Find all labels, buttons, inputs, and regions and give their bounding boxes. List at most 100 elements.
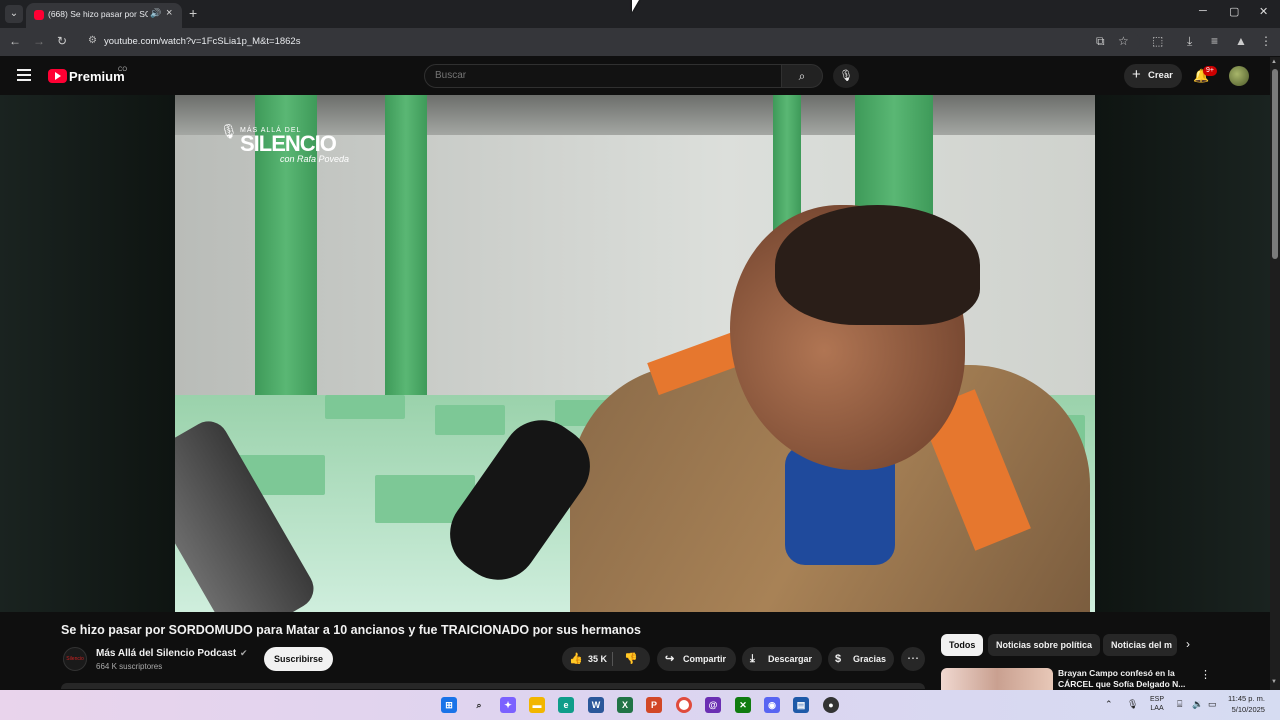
tab-search-icon[interactable]: ⌄: [5, 5, 23, 23]
file-explorer-icon[interactable]: ▬: [529, 697, 545, 713]
mic-icon[interactable]: 🎙: [833, 64, 859, 88]
excel-icon[interactable]: X: [617, 697, 633, 713]
recommendation-title[interactable]: Brayan Campo confesó en la CÁRCEL que So…: [1058, 668, 1193, 690]
windows-taskbar: ⊞ ⌕ ✦ ▬ e W X P @ ✕ ◉ ▤ ● ⌃ 🎙 ESP LAA ⌸ …: [0, 690, 1280, 720]
install-icon[interactable]: ⧉: [1096, 34, 1105, 49]
close-window-button[interactable]: ✕: [1259, 5, 1268, 18]
guide-menu-icon[interactable]: [17, 69, 31, 81]
page-scrollbar[interactable]: ▲ ▼: [1270, 57, 1280, 690]
network-icon[interactable]: ⌸: [1177, 699, 1182, 710]
create-label: Crear: [1148, 70, 1173, 81]
reload-icon[interactable]: ↻: [57, 34, 67, 48]
subscriber-count: 664 K suscriptores: [96, 662, 163, 671]
browser-toolbar: ← → ↻ ⚙ youtube.com/watch?v=1FcSLia1p_M&…: [0, 28, 1280, 56]
chip-politica[interactable]: Noticias sobre política: [988, 634, 1101, 656]
search-icon[interactable]: ⌕: [781, 64, 823, 88]
edge-icon[interactable]: e: [558, 697, 574, 713]
like-icon[interactable]: 👍: [569, 647, 583, 671]
watermark-main: SILENCIO: [240, 131, 337, 156]
dislike-icon[interactable]: 👎: [624, 647, 638, 671]
share-label: Compartir: [683, 654, 727, 664]
search-box[interactable]: [424, 64, 782, 88]
like-separator: [612, 652, 613, 666]
audio-playing-icon[interactable]: 🔊: [150, 8, 161, 19]
powerpoint-icon[interactable]: P: [646, 697, 662, 713]
volume-icon[interactable]: 🔉: [1192, 699, 1203, 710]
scene-pillar: [385, 95, 427, 395]
logo-text[interactable]: Premium: [69, 69, 125, 84]
battery-icon[interactable]: ▭: [1208, 699, 1217, 710]
github-icon[interactable]: ●: [823, 697, 839, 713]
notification-badge: 9+: [1203, 66, 1217, 76]
menu-icon[interactable]: ⋮: [1260, 34, 1272, 48]
chrome-icon[interactable]: [676, 697, 692, 713]
new-tab-button[interactable]: +: [189, 5, 197, 21]
youtube-header: Premium CO ⌕ 🎙 + Crear 🔔 9+: [0, 57, 1270, 95]
word-icon[interactable]: W: [588, 697, 604, 713]
share-button[interactable]: ↪ Compartir: [657, 647, 736, 671]
more-actions-button[interactable]: ⋯: [901, 647, 925, 671]
download-icon: ⤓: [750, 653, 755, 665]
browser-tab[interactable]: (668) Se hizo pasar por SORDOMUDO 🔊 ×: [26, 3, 182, 28]
app-icon[interactable]: @: [705, 697, 721, 713]
clock-time: 11:45 p. m.: [1228, 694, 1265, 703]
url-text[interactable]: youtube.com/watch?v=1FcSLia1p_M&t=1862s: [104, 36, 300, 47]
site-info-icon[interactable]: ⚙: [88, 35, 97, 46]
language-layout: LAA: [1150, 705, 1164, 712]
description-box[interactable]: [61, 683, 925, 689]
tray-mic-icon[interactable]: 🎙: [1127, 699, 1138, 710]
windows-start-icon[interactable]: ⊞: [441, 697, 457, 713]
channel-name[interactable]: Más Allá del Silencio Podcast: [96, 648, 236, 659]
thanks-label: Gracias: [853, 654, 887, 664]
subscribe-button[interactable]: Suscribirse: [264, 647, 333, 671]
taskbar-clock[interactable]: 11:45 p. m. 5/10/2025: [1228, 693, 1265, 715]
language-indicator[interactable]: ESP LAA: [1150, 695, 1164, 713]
tab-close-icon[interactable]: ×: [166, 7, 172, 19]
back-icon[interactable]: ←: [9, 34, 21, 48]
browser-tab-strip: ⌄ (668) Se hizo pasar por SORDOMUDO 🔊 × …: [0, 0, 1280, 28]
profile-icon[interactable]: ▲: [1235, 34, 1247, 48]
like-count[interactable]: 35 K: [588, 647, 607, 671]
create-button[interactable]: + Crear: [1124, 64, 1182, 88]
address-bar[interactable]: ⚙ youtube.com/watch?v=1FcSLia1p_M&t=1862…: [80, 31, 1140, 53]
chip-todos[interactable]: Todos: [941, 634, 984, 656]
tab-title: (668) Se hizo pasar por SORDOMUDO: [48, 9, 148, 19]
desktop-app-icon[interactable]: ▤: [793, 697, 809, 713]
mouse-cursor: [632, 0, 639, 12]
minimize-button[interactable]: ─: [1199, 5, 1207, 17]
chevron-right-icon[interactable]: ›: [1186, 637, 1190, 651]
chip-noticias[interactable]: Noticias del m: [1103, 634, 1177, 656]
share-icon: ↪: [665, 653, 675, 665]
channel-watermark: MÁS ALLÁ DEL SILENCIO con Rafa Poveda: [240, 127, 349, 164]
scene-table: [435, 405, 505, 435]
maximize-button[interactable]: ▢: [1229, 5, 1239, 18]
download-icon[interactable]: ⤓: [1187, 34, 1192, 49]
scroll-up-icon[interactable]: ▲: [1271, 59, 1277, 65]
scroll-thumb[interactable]: [1272, 69, 1278, 259]
watermark-sub: con Rafa Poveda: [280, 154, 350, 164]
youtube-logo-icon[interactable]: [48, 69, 67, 83]
scroll-down-icon[interactable]: ▼: [1271, 679, 1277, 685]
tray-chevron-icon[interactable]: ⌃: [1105, 699, 1113, 710]
star-icon[interactable]: ☆: [1118, 34, 1129, 48]
download-button[interactable]: ⤓ Descargar: [742, 647, 822, 671]
discord-icon[interactable]: ◉: [764, 697, 780, 713]
channel-avatar[interactable]: Silencio: [63, 647, 87, 671]
scene-table: [325, 395, 405, 419]
extensions-icon[interactable]: ⬚: [1152, 34, 1163, 48]
like-dislike-group: 👍 35 K 👎: [562, 647, 650, 671]
forward-icon[interactable]: →: [33, 34, 45, 48]
verified-icon: ✔: [240, 648, 248, 658]
download-label: Descargar: [768, 654, 813, 664]
thanks-button[interactable]: $ Gracias: [828, 647, 894, 671]
recommendation-thumbnail[interactable]: [941, 668, 1053, 690]
copilot-icon[interactable]: ✦: [500, 697, 516, 713]
youtube-favicon-icon: [34, 10, 44, 20]
account-avatar[interactable]: [1229, 66, 1249, 86]
media-icon[interactable]: ≡: [1211, 34, 1218, 48]
recommendation-menu-icon[interactable]: ⋮: [1200, 668, 1211, 681]
video-player[interactable]: 🎙 MÁS ALLÁ DEL SILENCIO con Rafa Poveda: [175, 95, 1095, 612]
xbox-icon[interactable]: ✕: [735, 697, 751, 713]
taskbar-search-icon[interactable]: ⌕: [471, 697, 487, 713]
search-input[interactable]: [435, 70, 765, 81]
